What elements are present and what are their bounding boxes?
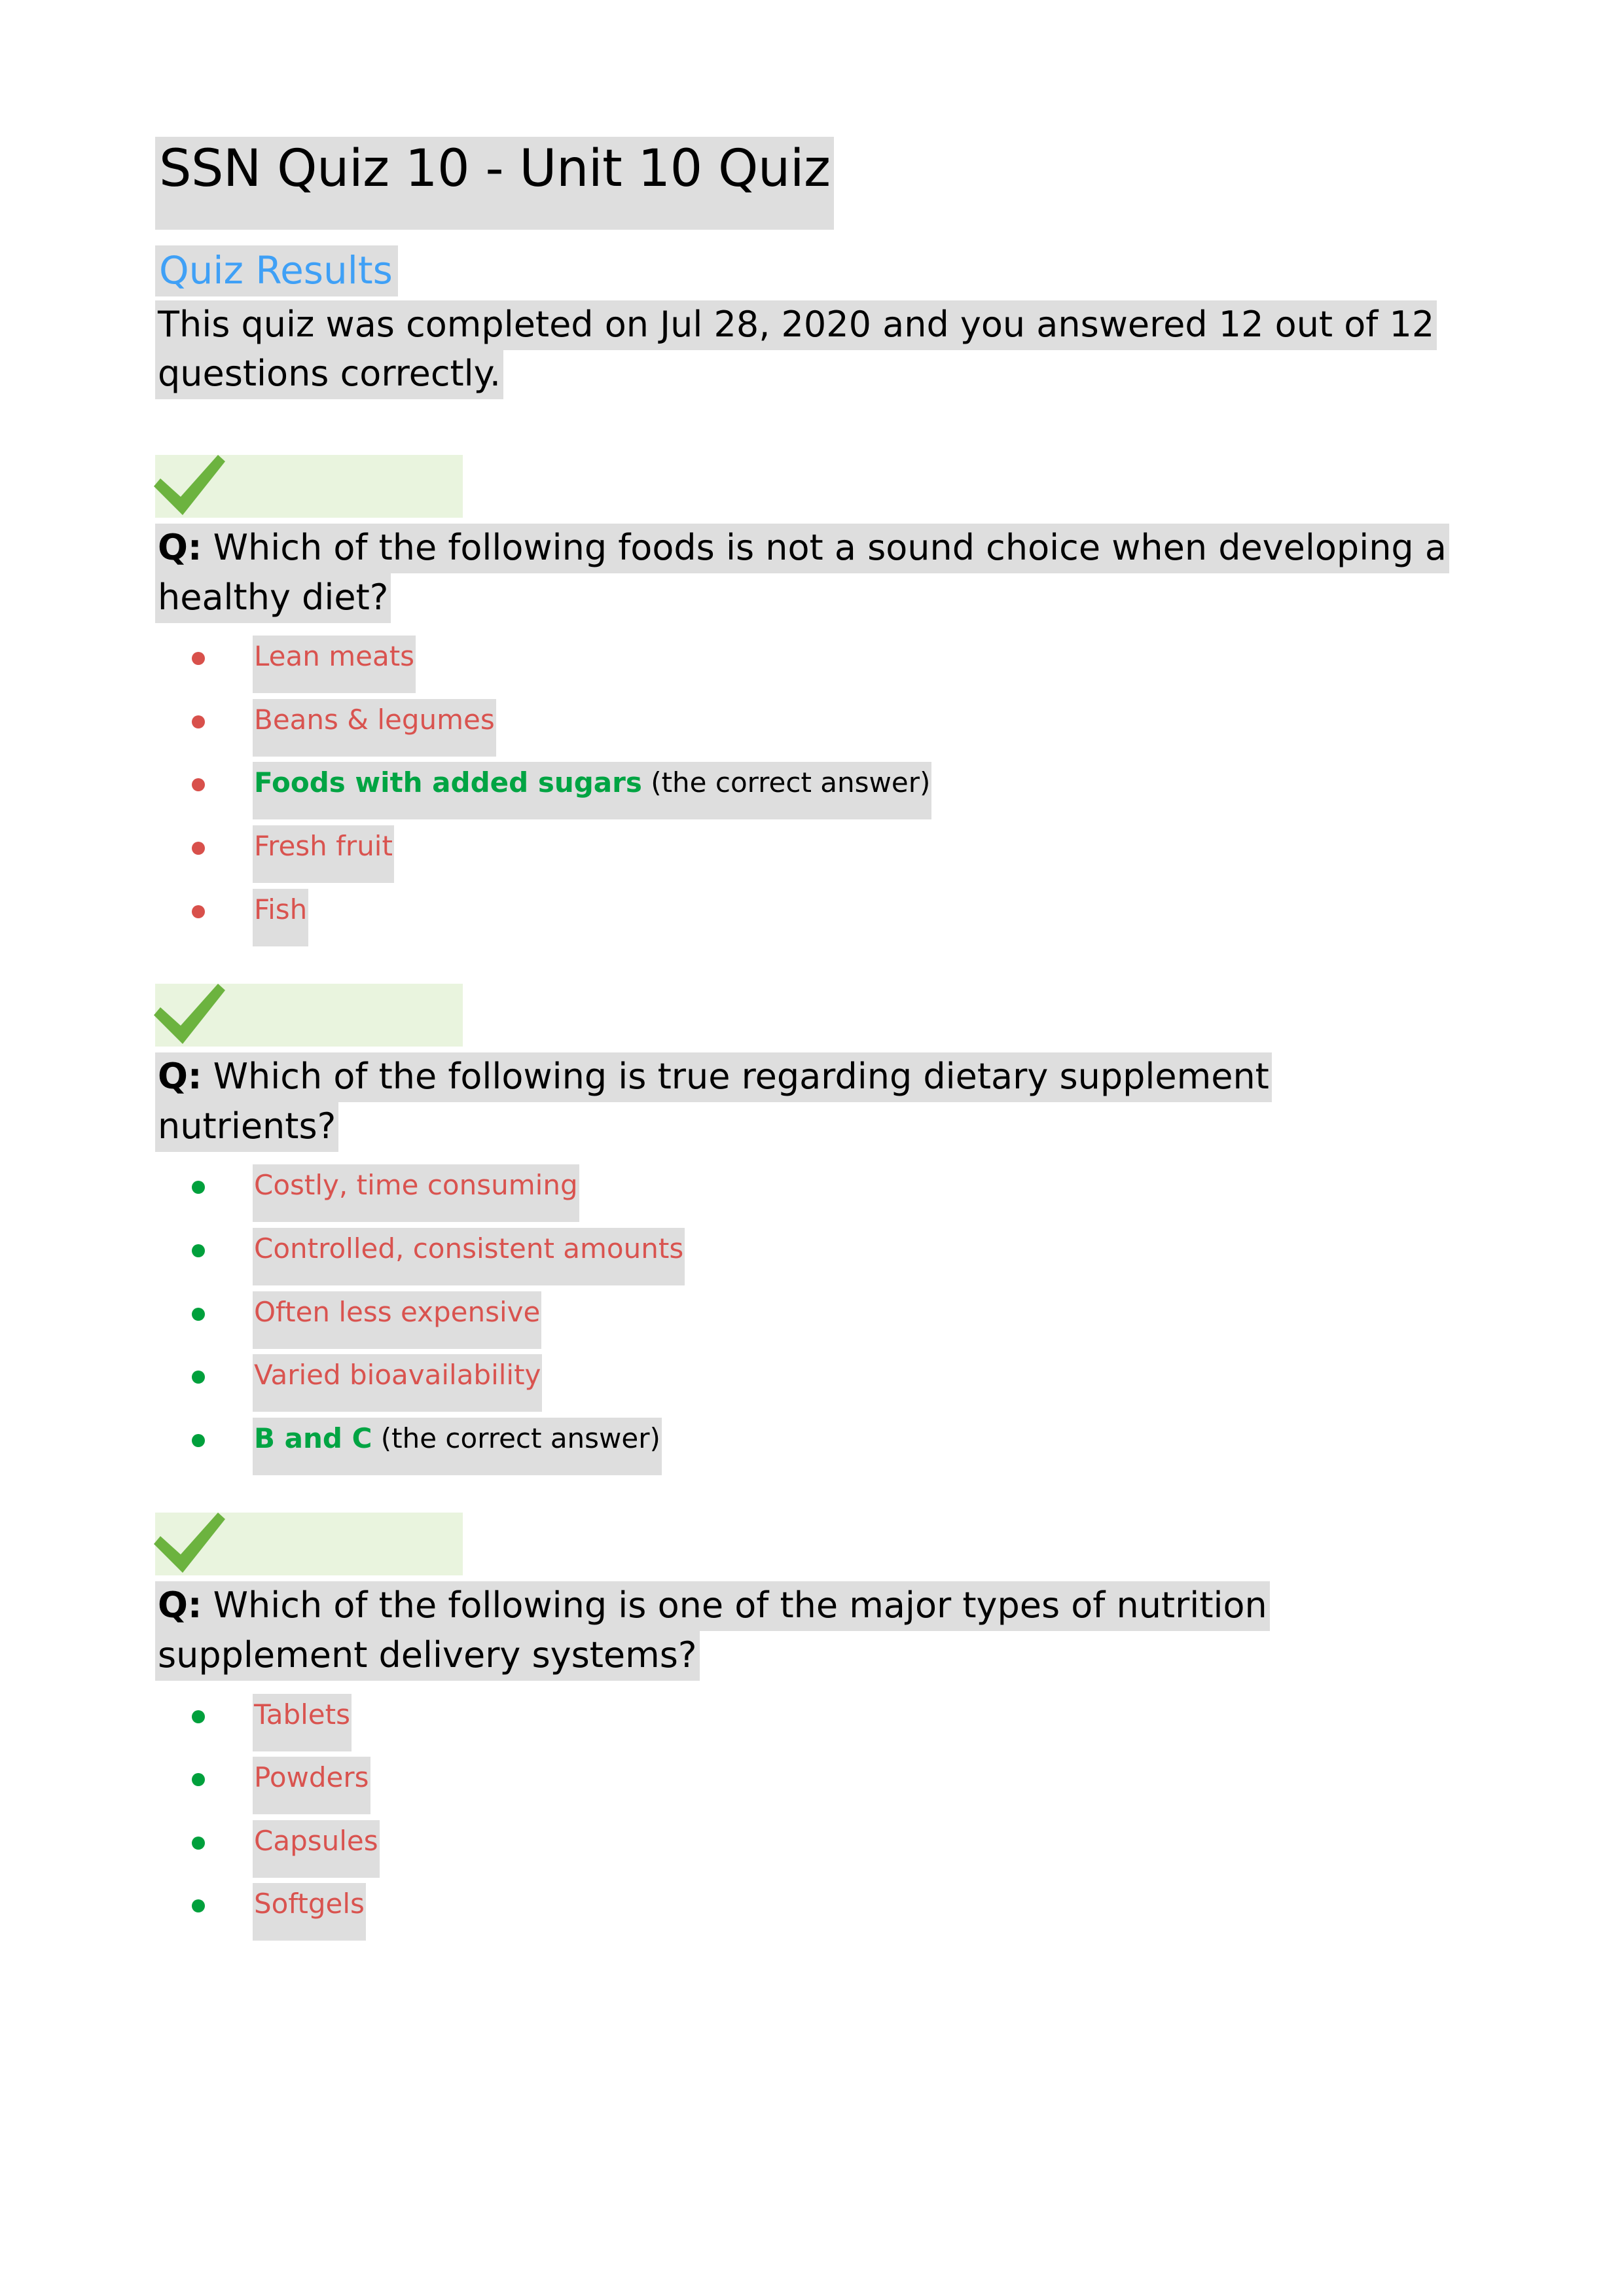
green-check-icon [150,981,228,1049]
answer-option-text: Capsules [254,1824,378,1857]
questions-list: Q: Which of the following foods is not a… [154,455,1458,1941]
answer-option[interactable]: Lean meats [155,636,1458,694]
question-block: Q: Which of the following is true regard… [154,984,1458,1475]
bullet-icon [192,1307,205,1321]
answer-option-text: Beans & legumes [254,703,495,736]
green-check-icon [150,1510,228,1578]
answer-list: Tablets Powders Capsules Softgels [155,1693,1458,1941]
page-title: SSN Quiz 10 - Unit 10 Quiz [155,136,1458,230]
correct-answer-text: B and C [254,1422,372,1454]
answer-option-text: Costly, time consuming [254,1169,578,1202]
answer-option[interactable]: Costly, time consuming [155,1164,1458,1223]
answer-option[interactable]: B and C (the correct answer) [155,1417,1458,1475]
answer-option[interactable]: Fish [155,888,1458,946]
bullet-icon [192,715,205,728]
question-status-row [154,984,1458,1047]
bullet-icon [192,1899,205,1913]
answer-option-text: Tablets [254,1698,350,1731]
question-text: Q: Which of the following is one of the … [155,1581,1458,1681]
bullet-icon [192,1244,205,1257]
question-body: Which of the following foods is not a so… [158,527,1447,618]
quiz-summary-text: This quiz was completed on Jul 28, 2020 … [155,300,1437,400]
answer-option[interactable]: Tablets [155,1693,1458,1751]
bullet-icon [192,1836,205,1850]
question-block: Q: Which of the following foods is not a… [154,455,1458,946]
question-label: Q: [158,1056,202,1098]
section-heading-text: Quiz Results [155,245,398,297]
bullet-icon [192,1181,205,1194]
bullet-icon [192,905,205,918]
bullet-icon [192,778,205,792]
answer-option-text: Varied bioavailability [254,1359,541,1391]
question-block: Q: Which of the following is one of the … [154,1513,1458,1941]
answer-option[interactable]: Often less expensive [155,1291,1458,1349]
answer-option[interactable]: Controlled, consistent amounts [155,1227,1458,1285]
answer-option-text: Softgels [254,1888,365,1920]
section-heading: Quiz Results [155,245,1458,297]
answer-option[interactable]: Softgels [155,1883,1458,1941]
bullet-icon [192,1433,205,1447]
answer-list: Lean meats Beans & legumes Foods with adde… [155,636,1458,946]
question-status-row [154,1513,1458,1576]
question-body: Which of the following is true regarding… [158,1056,1269,1147]
question-text: Q: Which of the following is true regard… [155,1052,1458,1152]
bullet-icon [192,652,205,666]
quiz-summary: This quiz was completed on Jul 28, 2020 … [155,300,1448,400]
correct-answer-note: (the correct answer) [372,1422,660,1454]
question-label: Q: [158,527,202,569]
answer-option-text: Controlled, consistent amounts [254,1232,684,1265]
document-page: SSN Quiz 10 - Unit 10 Quiz Quiz Results … [0,0,1624,2296]
answer-option-text: Lean meats [254,640,415,673]
question-status-row [154,455,1458,518]
answer-option-text: Fish [254,893,308,925]
correct-answer-note: (the correct answer) [641,766,931,799]
correct-answer-text: Foods with added sugars [254,766,642,799]
bullet-icon [192,1710,205,1723]
question-label: Q: [158,1585,202,1626]
bullet-icon [192,841,205,855]
answer-option-text: Fresh fruit [254,829,393,862]
answer-option[interactable]: Fresh fruit [155,825,1458,883]
answer-option-text: Often less expensive [254,1295,541,1328]
document-content: SSN Quiz 10 - Unit 10 Quiz Quiz Results … [154,136,1458,1941]
green-check-icon [150,452,228,520]
bullet-icon [192,1773,205,1787]
answer-option[interactable]: Varied bioavailability [155,1354,1458,1412]
answer-option[interactable]: Foods with added sugars (the correct ans… [155,762,1458,820]
question-body: Which of the following is one of the maj… [158,1585,1267,1676]
page-title-text: SSN Quiz 10 - Unit 10 Quiz [155,137,835,230]
question-text: Q: Which of the following foods is not a… [155,523,1458,623]
bullet-icon [192,1371,205,1384]
answer-option[interactable]: Powders [155,1757,1458,1815]
answer-option[interactable]: Beans & legumes [155,698,1458,757]
answer-option-text: Powders [254,1761,369,1794]
answer-option[interactable]: Capsules [155,1820,1458,1878]
answer-list: Costly, time consuming Controlled, consis… [155,1164,1458,1475]
